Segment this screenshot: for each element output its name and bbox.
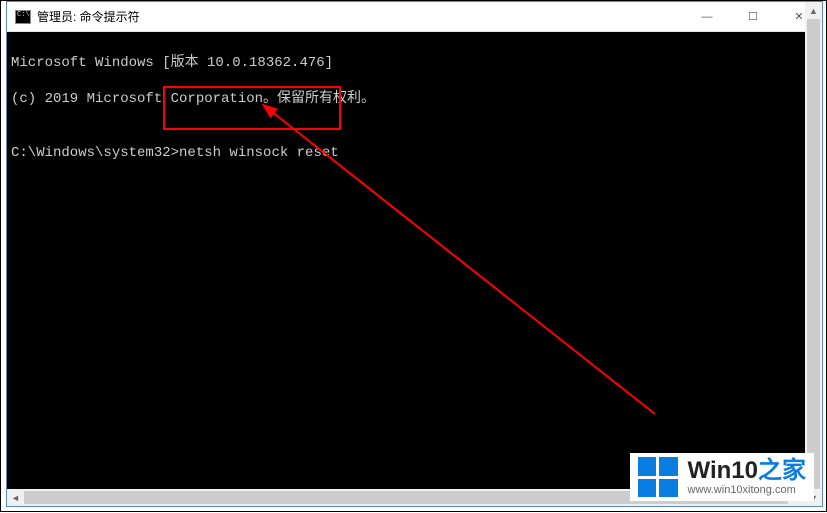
scroll-left-icon[interactable]: ◄ bbox=[7, 489, 24, 506]
scroll-thumb-v[interactable] bbox=[807, 19, 820, 489]
scroll-up-icon[interactable]: ▲ bbox=[805, 2, 822, 19]
terminal-line: Microsoft Windows [版本 10.0.18362.476] bbox=[11, 54, 818, 72]
watermark-text: Win10之家 www.win10xitong.com bbox=[688, 458, 806, 496]
titlebar[interactable]: 管理员: 命令提示符 — ☐ ✕ bbox=[7, 2, 822, 32]
scrollbar-vertical[interactable]: ▲ ▼ bbox=[805, 2, 822, 506]
maximize-button[interactable]: ☐ bbox=[730, 2, 776, 31]
terminal-output[interactable]: Microsoft Windows [版本 10.0.18362.476] (c… bbox=[7, 32, 822, 489]
scroll-track-v[interactable] bbox=[805, 19, 822, 489]
terminal-line: (c) 2019 Microsoft Corporation。保留所有权利。 bbox=[11, 90, 818, 108]
windows-logo-icon bbox=[638, 457, 678, 497]
watermark-url: www.win10xitong.com bbox=[688, 484, 806, 496]
watermark: Win10之家 www.win10xitong.com bbox=[630, 453, 814, 501]
watermark-brand-suffix: 之家 bbox=[758, 457, 806, 484]
cmd-icon bbox=[15, 10, 31, 24]
window-title: 管理员: 命令提示符 bbox=[37, 8, 140, 25]
terminal-prompt-line: C:\Windows\system32>netsh winsock reset bbox=[11, 144, 818, 162]
watermark-brand-prefix: Win10 bbox=[688, 457, 758, 484]
command-prompt-window: 管理员: 命令提示符 — ☐ ✕ Microsoft Windows [版本 1… bbox=[6, 1, 823, 507]
minimize-button[interactable]: — bbox=[684, 2, 730, 31]
window-controls: — ☐ ✕ bbox=[684, 2, 822, 31]
